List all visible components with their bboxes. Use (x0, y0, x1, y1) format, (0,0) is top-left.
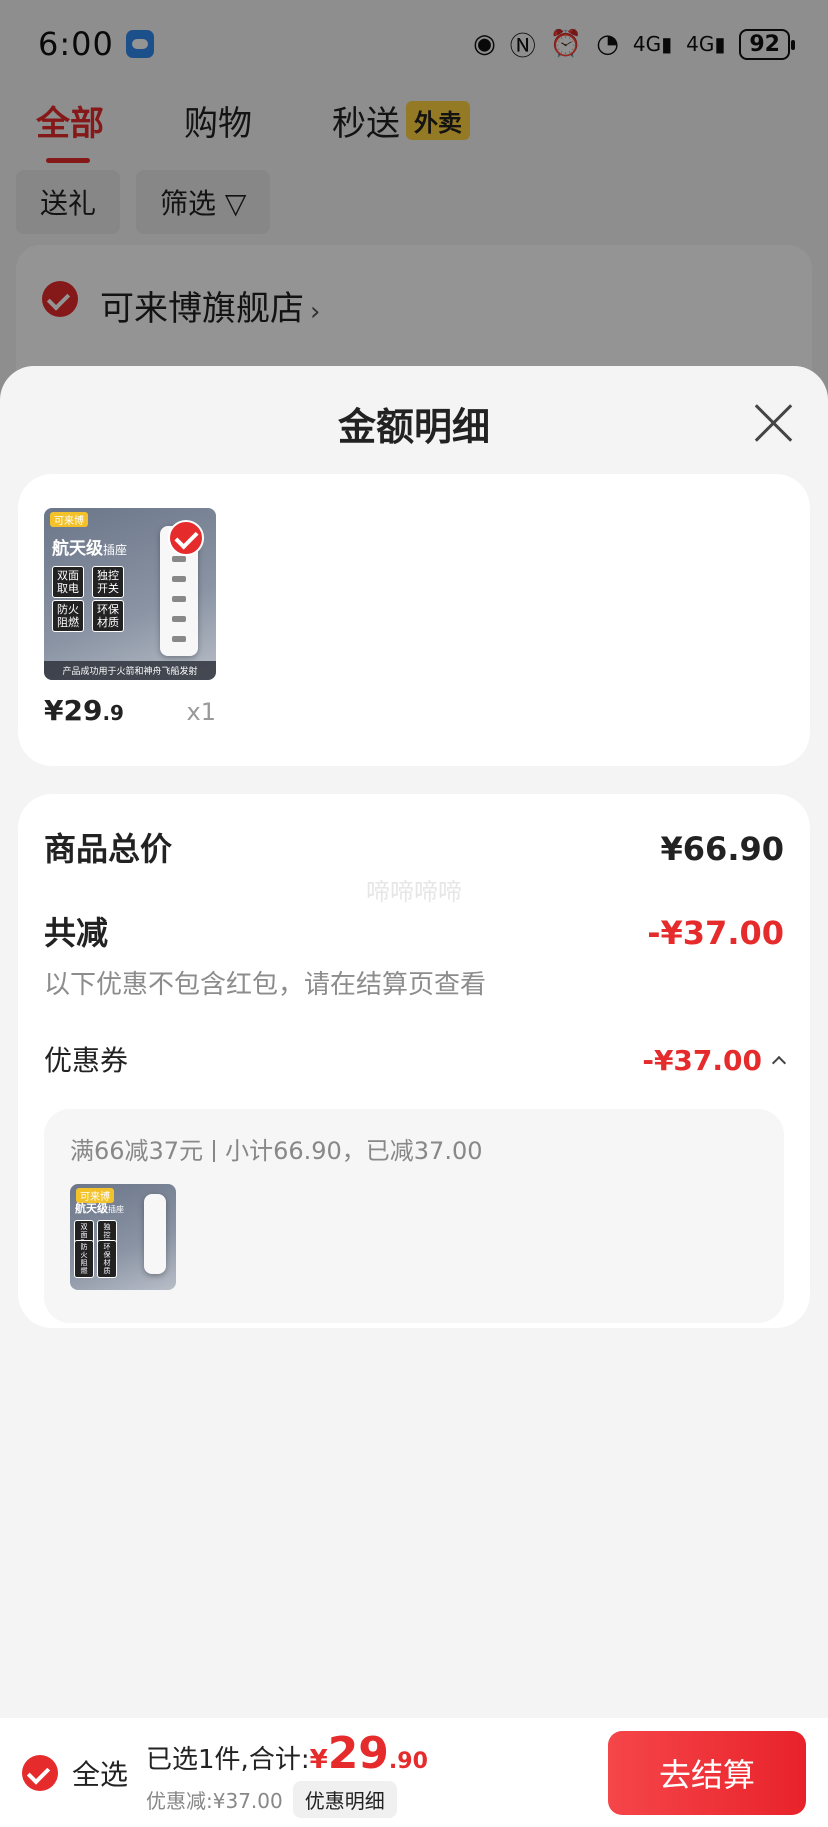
select-all-label: 全选 (72, 1757, 129, 1791)
feature-tag: 双面取电 (52, 566, 84, 598)
product-card: 可来博 航天级插座 双面取电 独控开关 防火阻燃 环保材质 产品成功用于火箭和神… (18, 474, 810, 766)
discount-note: 以下优惠不包含红包，请在结算页查看 (44, 970, 487, 1000)
coupon-value-group: -¥37.00 (642, 1044, 787, 1077)
product-price-row: ¥29.9 x1 (44, 694, 216, 727)
watermark: 啼啼啼啼 (366, 878, 462, 906)
selected-total-line: 已选1件,合计: ¥29.90 (146, 1728, 428, 1779)
select-all-check-icon[interactable] (22, 1754, 58, 1791)
sheet-title: 金额明细 (337, 405, 490, 449)
product-headline: 航天级插座 (52, 539, 128, 559)
product-brand-label: 可来博 (50, 512, 88, 527)
coupon-value: -¥37.00 (642, 1044, 762, 1077)
coupon-detail-box: 满66减37元小计66.90，已减37.00 可来博 航天级插座 双面取电 独控… (44, 1109, 784, 1323)
discount-summary-line: 优惠减:¥37.00 优惠明细 (146, 1780, 428, 1818)
discount-summary-text: 优惠减:¥37.00 (146, 1788, 283, 1813)
coupon-thumb-headline: 航天级插座 (75, 1202, 124, 1215)
checkout-bar: 全选 已选1件,合计: ¥29.90 优惠减:¥37.00 优惠明细 去结算 (0, 1718, 828, 1827)
feature-tag: 防火阻燃 (74, 1240, 94, 1278)
select-all-toggle[interactable]: 全选 (22, 1753, 128, 1793)
amount-detail-sheet: 金额明细 可来博 航天级插座 双面取电 独控开关 防火阻燃 环保材质 产品成功用… (0, 366, 828, 1827)
feature-tag: 独控开关 (92, 566, 124, 598)
discount-value: -¥37.00 (647, 914, 784, 952)
product-selected-check-icon[interactable] (168, 520, 204, 556)
total-price: ¥29.90 (309, 1727, 428, 1779)
feature-tag: 防火阻燃 (52, 600, 84, 632)
coupon-row[interactable]: 优惠券 -¥37.00 (44, 1039, 787, 1079)
chevron-up-icon[interactable] (771, 1055, 787, 1071)
close-icon[interactable] (752, 402, 794, 444)
total-price-label: 商品总价 (44, 830, 173, 868)
selected-count-text: 已选1件,合计: (146, 1744, 310, 1775)
total-price-value: ¥66.90 (660, 830, 784, 868)
coupon-label: 优惠券 (44, 1044, 129, 1077)
product-thumbnail[interactable]: 可来博 航天级插座 双面取电 独控开关 防火阻燃 环保材质 产品成功用于火箭和神… (44, 508, 216, 680)
discount-row: 共减 -¥37.00 (44, 908, 784, 954)
product-quantity: x1 (186, 698, 216, 726)
feature-tag: 环保材质 (92, 600, 124, 632)
coupon-rule-line: 满66减37元 小计66.90，已减37.00 (70, 1137, 483, 1165)
product-caption: 产品成功用于火箭和神舟飞船发射 (44, 661, 216, 680)
discount-detail-button[interactable]: 优惠明细 (292, 1780, 397, 1818)
total-price-row: 商品总价 ¥66.90 (44, 824, 784, 870)
power-strip-image (144, 1194, 166, 1274)
checkout-button[interactable]: 去结算 (608, 1730, 806, 1815)
feature-tag: 环保材质 (97, 1240, 117, 1278)
product-price: ¥29.9 (44, 694, 124, 727)
totals-block: 已选1件,合计: ¥29.90 优惠减:¥37.00 优惠明细 (146, 1728, 428, 1818)
price-summary-card: 啼啼啼啼 商品总价 ¥66.90 共减 -¥37.00 以下优惠不包含红包，请在… (18, 794, 810, 1328)
coupon-product-thumbnail: 可来博 航天级插座 双面取电 独控开关 防火阻燃 环保材质 (70, 1184, 176, 1290)
discount-label: 共减 (44, 914, 109, 952)
